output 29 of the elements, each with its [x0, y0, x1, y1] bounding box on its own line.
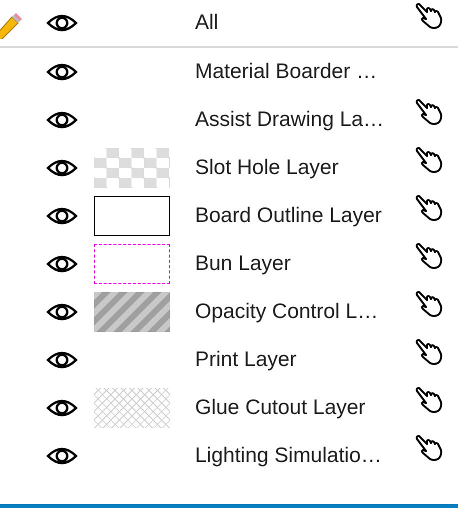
eye-icon[interactable]	[46, 110, 78, 130]
eye-icon[interactable]	[46, 398, 78, 418]
eye-icon[interactable]	[46, 350, 78, 370]
layer-name[interactable]: All	[195, 11, 415, 35]
pointing-hand-icon[interactable]	[415, 386, 443, 414]
eye-icon[interactable]	[46, 158, 78, 178]
eye-icon[interactable]	[46, 13, 78, 33]
pointing-hand-icon[interactable]	[415, 98, 443, 126]
eye-icon[interactable]	[46, 446, 78, 466]
eye-icon[interactable]	[46, 254, 78, 274]
layer-name[interactable]: Lighting Simulatio…	[195, 444, 415, 468]
pointing-hand-icon[interactable]	[415, 290, 443, 318]
eye-icon[interactable]	[46, 302, 78, 322]
layer-name[interactable]: Print Layer	[195, 348, 415, 372]
layer-name[interactable]: Slot Hole Layer	[195, 156, 415, 180]
eye-icon[interactable]	[46, 206, 78, 226]
pointing-hand-icon[interactable]	[415, 194, 443, 222]
eye-icon[interactable]	[46, 62, 78, 82]
pointing-hand-icon[interactable]	[415, 2, 443, 30]
pointing-hand-icon[interactable]	[415, 434, 443, 462]
pointing-hand-icon[interactable]	[415, 338, 443, 366]
layer-name[interactable]: Board Outline Layer	[195, 204, 415, 228]
layer-name[interactable]: Assist Drawing La…	[195, 108, 415, 132]
pointing-hand-icon[interactable]	[415, 242, 443, 270]
pointing-hand-icon[interactable]	[415, 146, 443, 174]
layer-name[interactable]: Glue Cutout Layer	[195, 396, 415, 420]
layer-name[interactable]: Material Boarder …	[195, 60, 415, 84]
layer-name[interactable]: Bun Layer	[195, 252, 415, 276]
layer-name[interactable]: Opacity Control L…	[195, 300, 415, 324]
